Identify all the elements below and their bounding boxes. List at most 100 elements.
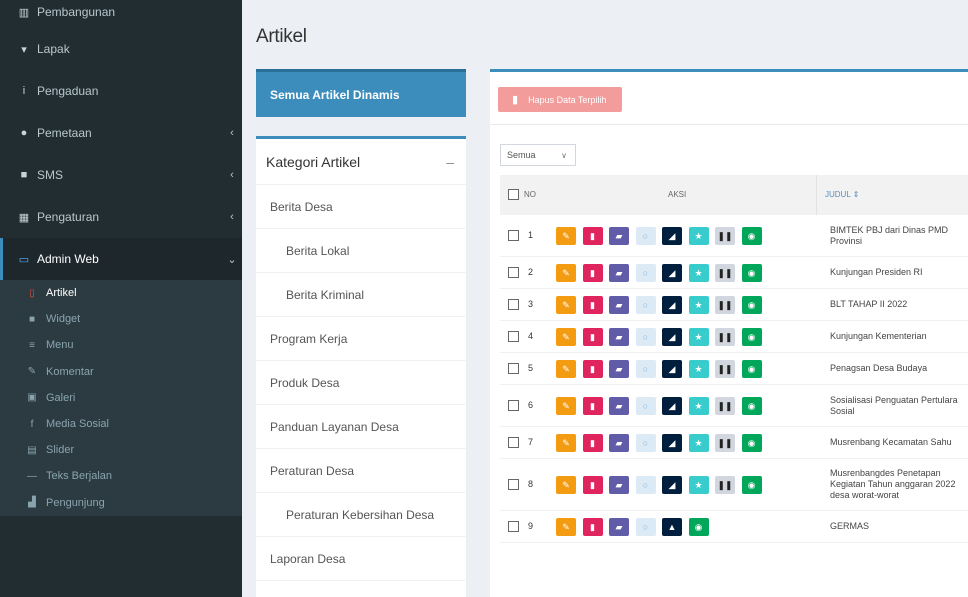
folder-icon[interactable]: ▰ (609, 434, 629, 452)
star-icon[interactable]: ★ (688, 397, 709, 415)
row-checkbox[interactable] (508, 400, 519, 411)
star-icon[interactable]: ★ (688, 296, 709, 314)
eye-icon[interactable]: ◉ (741, 227, 762, 245)
unlock-icon[interactable]: ◢ (662, 264, 682, 282)
submenu-item-komentar[interactable]: ✎ Komentar (0, 359, 242, 385)
eye-icon[interactable]: ◉ (741, 360, 762, 378)
comment-icon[interactable]: ○ (635, 360, 656, 378)
trash-icon[interactable]: ▮ (582, 296, 603, 314)
star-icon[interactable]: ★ (688, 476, 709, 494)
unlock-icon[interactable]: ◢ (662, 296, 682, 314)
comment-icon[interactable]: ○ (635, 296, 656, 314)
pause-icon[interactable]: ❚❚ (715, 476, 735, 494)
edit-icon[interactable]: ✎ (556, 518, 576, 536)
star-icon[interactable]: ★ (688, 434, 709, 452)
submenu-item-galeri[interactable]: ▣ Galeri (0, 385, 242, 411)
trash-icon[interactable]: ▮ (582, 476, 603, 494)
folder-icon[interactable]: ▰ (609, 328, 629, 346)
article-title[interactable]: Sosialisasi Penguatan Pertulara Sosial (830, 395, 968, 417)
eye-icon[interactable]: ◉ (741, 476, 762, 494)
comment-icon[interactable]: ○ (635, 227, 656, 245)
pause-icon[interactable]: ❚❚ (715, 360, 735, 378)
folder-icon[interactable]: ▰ (609, 397, 629, 415)
comment-icon[interactable]: ○ (635, 397, 656, 415)
sidebar-item-pengaduan[interactable]: i Pengaduan (0, 70, 242, 112)
row-checkbox[interactable] (508, 230, 519, 241)
edit-icon[interactable]: ✎ (556, 476, 576, 494)
category-item[interactable]: Berita Desa (256, 185, 466, 229)
unlock-icon[interactable]: ◢ (662, 227, 682, 245)
sidebar-item-lapak[interactable]: ▾ Lapak (0, 28, 242, 70)
submenu-item-teks-berjalan[interactable]: — Teks Berjalan (0, 463, 242, 489)
comment-icon[interactable]: ○ (635, 434, 656, 452)
comment-icon[interactable]: ○ (635, 518, 656, 536)
edit-icon[interactable]: ✎ (556, 434, 576, 452)
eye-icon[interactable]: ◉ (741, 264, 762, 282)
row-checkbox[interactable] (508, 267, 519, 278)
submenu-item-menu[interactable]: ≡ Menu (0, 332, 242, 358)
row-checkbox[interactable] (508, 331, 519, 342)
eye-icon[interactable]: ◉ (741, 434, 762, 452)
folder-icon[interactable]: ▰ (609, 264, 629, 282)
folder-icon[interactable]: ▰ (609, 296, 629, 314)
unlock-icon[interactable]: ◢ (662, 360, 682, 378)
trash-icon[interactable]: ▮ (582, 518, 603, 536)
article-title[interactable]: Kunjungan Presiden RI (830, 267, 968, 278)
row-checkbox[interactable] (508, 437, 519, 448)
category-item[interactable]: Produk Desa (256, 361, 466, 405)
article-title[interactable]: GERMAS (830, 521, 968, 532)
sidebar-item-sms[interactable]: ■ SMS ‹ (0, 154, 242, 196)
eye-icon[interactable]: ◉ (741, 328, 762, 346)
all-articles-button[interactable]: Semua Artikel Dinamis (256, 69, 466, 117)
star-icon[interactable]: ★ (688, 227, 709, 245)
trash-icon[interactable]: ▮ (582, 360, 603, 378)
pause-icon[interactable]: ❚❚ (715, 264, 735, 282)
category-item[interactable]: Program Kerja (256, 317, 466, 361)
star-icon[interactable]: ★ (688, 360, 709, 378)
pause-icon[interactable]: ❚❚ (715, 296, 735, 314)
pause-icon[interactable]: ❚❚ (715, 227, 735, 245)
trash-icon[interactable]: ▮ (582, 227, 603, 245)
sidebar-item-pembangunan[interactable]: ▥ Pembangunan (0, 0, 242, 28)
eye-icon[interactable]: ◉ (688, 518, 709, 536)
row-checkbox[interactable] (508, 479, 519, 490)
unlock-icon[interactable]: ◢ (662, 328, 682, 346)
submenu-item-pengunjung[interactable]: ▟ Pengunjung (0, 490, 242, 516)
category-item[interactable]: Peraturan Desa (256, 449, 466, 493)
edit-icon[interactable]: ✎ (556, 264, 576, 282)
folder-icon[interactable]: ▰ (609, 360, 629, 378)
article-title[interactable]: Penagsan Desa Budaya (830, 363, 968, 374)
trash-icon[interactable]: ▮ (582, 328, 603, 346)
article-title[interactable]: Kunjungan Kementerian (830, 331, 968, 342)
category-item[interactable]: Peraturan Kebersihan Desa (256, 493, 466, 537)
star-icon[interactable]: ★ (688, 328, 709, 346)
select-all-checkbox[interactable] (508, 189, 519, 200)
submenu-item-artikel[interactable]: ▯ Artikel (0, 280, 242, 306)
edit-icon[interactable]: ✎ (556, 296, 576, 314)
submenu-item-widget[interactable]: ■ Widget (0, 306, 242, 332)
folder-icon[interactable]: ▰ (609, 227, 629, 245)
lock-icon[interactable]: ▲ (662, 518, 682, 536)
row-checkbox[interactable] (508, 363, 519, 374)
status-filter-select[interactable]: Semua ∨ (500, 144, 576, 166)
unlock-icon[interactable]: ◢ (662, 434, 682, 452)
pause-icon[interactable]: ❚❚ (715, 328, 735, 346)
edit-icon[interactable]: ✎ (556, 328, 576, 346)
category-item[interactable]: Berita Kriminal (256, 273, 466, 317)
star-icon[interactable]: ★ (688, 264, 709, 282)
unlock-icon[interactable]: ◢ (662, 397, 682, 415)
submenu-item-media-sosial[interactable]: f Media Sosial (0, 411, 242, 437)
sidebar-item-admin-web[interactable]: ▭ Admin Web ⌄ (0, 238, 242, 280)
folder-icon[interactable]: ▰ (609, 476, 629, 494)
folder-icon[interactable]: ▰ (609, 518, 629, 536)
collapse-icon[interactable]: – (446, 154, 454, 170)
comment-icon[interactable]: ○ (635, 328, 656, 346)
delete-selected-button[interactable]: ▮ Hapus Data Terpilih (498, 87, 622, 112)
article-title[interactable]: BIMTEK PBJ dari Dinas PMD Provinsi (830, 225, 968, 247)
trash-icon[interactable]: ▮ (582, 434, 603, 452)
eye-icon[interactable]: ◉ (741, 296, 762, 314)
category-item[interactable]: Laporan Desa (256, 537, 466, 581)
edit-icon[interactable]: ✎ (556, 360, 576, 378)
article-title[interactable]: Musrenbangdes Penetapan Kegiatan Tahun an… (830, 468, 968, 501)
submenu-item-slider[interactable]: ▤ Slider (0, 437, 242, 463)
